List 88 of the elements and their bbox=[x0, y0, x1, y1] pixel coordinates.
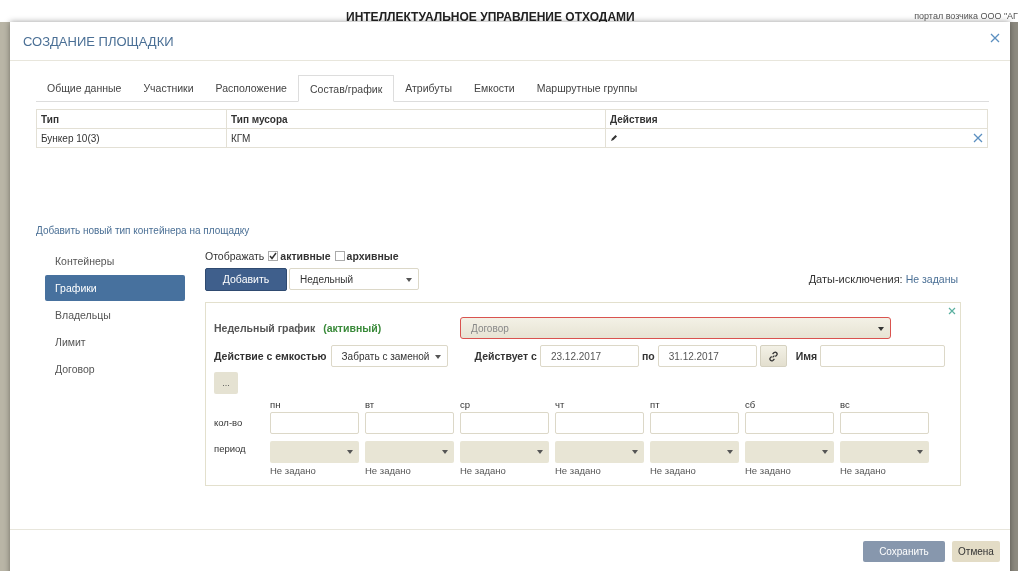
caret-icon bbox=[917, 450, 923, 454]
column-header: Тип мусора bbox=[226, 109, 606, 129]
caret-icon bbox=[632, 450, 638, 454]
sidebar-item[interactable]: Владельцы bbox=[45, 302, 185, 328]
period-select[interactable] bbox=[365, 441, 454, 463]
quantity-field[interactable] bbox=[460, 412, 549, 434]
link-icon bbox=[767, 350, 779, 362]
caret-icon bbox=[537, 450, 543, 454]
quantity-field[interactable] bbox=[270, 412, 359, 434]
caret-icon bbox=[434, 355, 441, 359]
sidebar-item[interactable]: Договор bbox=[45, 356, 185, 382]
exceptions-link[interactable]: Не заданы bbox=[905, 273, 958, 285]
period-label: период bbox=[214, 443, 247, 454]
quantity-field[interactable] bbox=[745, 412, 834, 434]
period-value: Не задано bbox=[650, 465, 697, 476]
tab[interactable]: Участники bbox=[132, 75, 205, 101]
date-from-field[interactable]: 23.12.2017 bbox=[539, 345, 639, 367]
table-cell: Бункер 10(3) bbox=[36, 128, 227, 148]
tab[interactable]: Состав/график bbox=[297, 75, 395, 102]
sidebar-item[interactable]: Графики bbox=[45, 275, 185, 301]
cancel-button[interactable]: Отмена bbox=[952, 541, 1000, 562]
action-label: Действие с емкостью bbox=[214, 350, 327, 362]
filter-label: Отображать bbox=[205, 250, 265, 262]
day-label: пн bbox=[270, 399, 282, 411]
day-label: пт bbox=[650, 399, 661, 411]
sidebar-item[interactable]: Лимит bbox=[45, 329, 185, 355]
close-icon[interactable] bbox=[990, 33, 1000, 43]
period-select[interactable] bbox=[555, 441, 644, 463]
name-label: Имя bbox=[795, 350, 818, 362]
quantity-label: кол-во bbox=[214, 417, 244, 428]
pencil-icon[interactable] bbox=[610, 133, 618, 142]
column-header: Действия bbox=[605, 109, 988, 129]
caret-icon bbox=[878, 327, 884, 331]
period-select[interactable] bbox=[745, 441, 834, 463]
caret-icon bbox=[727, 450, 733, 454]
date-to-field[interactable]: 31.12.2017 bbox=[657, 345, 757, 367]
checkbox[interactable] bbox=[268, 251, 279, 261]
caret-icon bbox=[406, 278, 412, 282]
tab[interactable]: Расположение bbox=[204, 75, 298, 101]
column-header: Тип bbox=[36, 109, 227, 129]
delete-icon[interactable] bbox=[973, 133, 983, 143]
day-label: вс bbox=[840, 399, 851, 411]
tab[interactable]: Атрибуты bbox=[394, 75, 463, 101]
tab[interactable]: Емкости bbox=[462, 75, 526, 101]
day-label: ср bbox=[460, 399, 472, 411]
link-button[interactable] bbox=[759, 345, 787, 367]
period-value: Не задано bbox=[745, 465, 792, 476]
quantity-field[interactable] bbox=[840, 412, 929, 434]
portal-label: портал возчика ООО "АГ bbox=[914, 11, 1018, 21]
period-value: Не задано bbox=[365, 465, 412, 476]
close-icon[interactable] bbox=[948, 307, 956, 315]
name-field[interactable] bbox=[820, 345, 946, 367]
exceptions-label: Даты-исключения: bbox=[808, 273, 903, 285]
tab[interactable]: Общие данные bbox=[36, 75, 133, 101]
period-value: Не задано bbox=[555, 465, 602, 476]
action-select[interactable]: Забрать с заменой bbox=[330, 345, 448, 367]
day-label: сб bbox=[745, 399, 757, 411]
add-container-type-link[interactable]: Добавить новый тип контейнера на площадку bbox=[36, 225, 989, 236]
quantity-field[interactable] bbox=[650, 412, 739, 434]
checkbox-label: архивные bbox=[346, 250, 399, 262]
period-select[interactable] bbox=[650, 441, 739, 463]
quantity-field[interactable] bbox=[555, 412, 644, 434]
schedule-title: Недельный график bbox=[214, 322, 316, 334]
checkbox-label: активные bbox=[280, 250, 331, 262]
day-label: вт bbox=[365, 399, 376, 411]
period-value: Не задано bbox=[270, 465, 317, 476]
period-select[interactable] bbox=[270, 441, 359, 463]
schedule-status: (активный) bbox=[323, 322, 382, 334]
period-value: Не задано bbox=[460, 465, 507, 476]
valid-to-label: по bbox=[641, 350, 655, 362]
caret-icon bbox=[347, 450, 353, 454]
more-button[interactable]: ... bbox=[214, 372, 238, 394]
sidebar-item[interactable]: Контейнеры bbox=[45, 248, 185, 274]
period-select[interactable] bbox=[840, 441, 929, 463]
checkbox[interactable] bbox=[334, 251, 345, 261]
table-cell: КГМ bbox=[226, 128, 606, 148]
quantity-field[interactable] bbox=[365, 412, 454, 434]
caret-icon bbox=[822, 450, 828, 454]
tab[interactable]: Маршрутные группы bbox=[525, 75, 649, 101]
schedule-type-select[interactable]: Недельный bbox=[289, 268, 419, 290]
period-select[interactable] bbox=[460, 441, 549, 463]
caret-icon bbox=[442, 450, 448, 454]
add-button[interactable]: Добавить bbox=[205, 267, 287, 291]
modal-title: СОЗДАНИЕ ПЛОЩАДКИ bbox=[23, 33, 174, 49]
page-title: ИНТЕЛЛЕКТУАЛЬНОЕ УПРАВЛЕНИЕ ОТХОДАМИ bbox=[346, 10, 635, 24]
period-value: Не задано bbox=[840, 465, 887, 476]
valid-from-label: Действует с bbox=[474, 350, 537, 362]
day-label: чт bbox=[555, 399, 566, 411]
